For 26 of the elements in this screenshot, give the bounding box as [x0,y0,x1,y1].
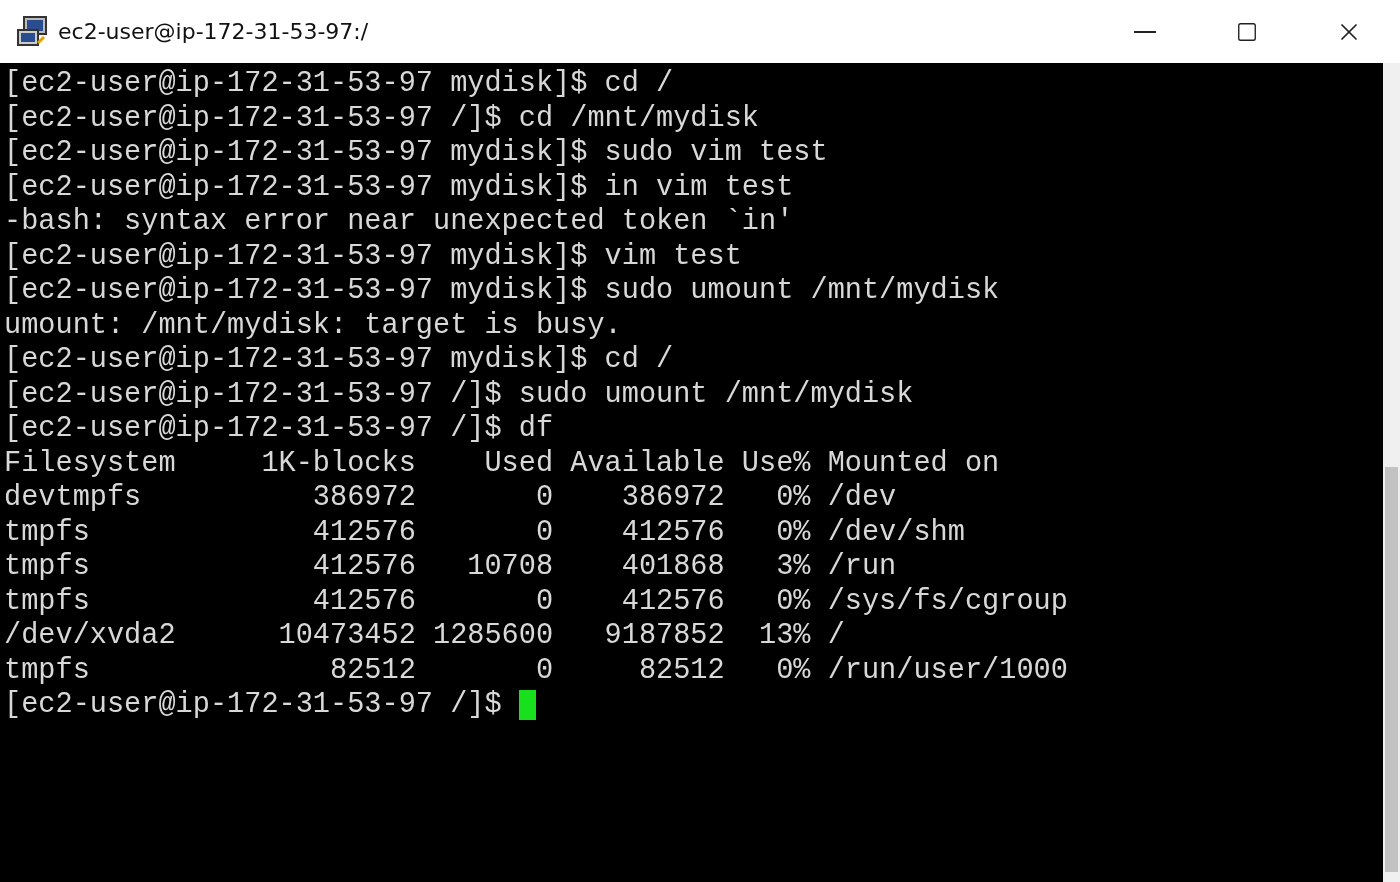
terminal-line: tmpfs 412576 10708 401868 3% /run [4,550,897,585]
terminal-line: Filesystem 1K-blocks Used Available Use% Mounted on [4,446,1000,481]
terminal-line: umount: /mnt/mydisk: target is busy. [4,308,622,343]
terminal-line: [ec2-user@ip-172-31-53-97 mydisk]$ vim test [4,239,742,274]
terminal-cursor [518,690,536,721]
terminal-line: tmpfs 412576 0 412576 0% /sys/fs/cgroup [4,584,1068,619]
terminal-app-icon [16,14,50,49]
minimize-icon [1134,30,1156,33]
terminal-line: [ec2-user@ip-172-31-53-97 mydisk]$ cd / [4,343,674,378]
terminal-line: -bash: syntax error near unexpected token `in' [4,205,794,240]
terminal-prompt: [ec2-user@ip-172-31-53-97 /]$ [4,688,502,723]
terminal-line: [ec2-user@ip-172-31-53-97 mydisk]$ sudo vim test [4,136,828,171]
terminal-line: devtmpfs 386972 0 386972 0% /dev [4,481,897,516]
terminal-line: [ec2-user@ip-172-31-53-97 mydisk]$ sudo umount /mnt/mydisk [4,274,1000,309]
scrollbar[interactable] [1383,63,1400,882]
maximize-icon [1236,20,1258,43]
window-title: ec2-user@ip-172-31-53-97:/ [58,19,370,44]
terminal-line: tmpfs 412576 0 412576 0% /dev/shm [4,515,965,550]
terminal-line: [ec2-user@ip-172-31-53-97 mydisk]$ in vim test [4,170,794,205]
terminal-line: [ec2-user@ip-172-31-53-97 /]$ cd /mnt/mydisk [4,101,759,136]
terminal-line: tmpfs 82512 0 82512 0% /run/user/1000 [4,653,1068,688]
scrollbar-thumb[interactable] [1385,467,1398,872]
terminal-line: [ec2-user@ip-172-31-53-97 /]$ sudo umount /mnt/mydisk [4,377,914,412]
terminal-line: /dev/xvda2 10473452 1285600 9187852 13% / [4,619,845,654]
terminal-line: [ec2-user@ip-172-31-53-97 /]$ df [4,412,554,447]
terminal-line: [ec2-user@ip-172-31-53-97 mydisk]$ cd / [4,67,674,102]
